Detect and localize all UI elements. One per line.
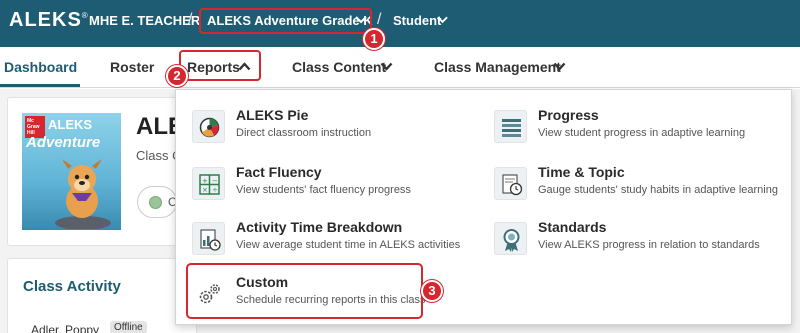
- clock-report-icon: [494, 167, 527, 200]
- class-activity-card: [7, 258, 197, 333]
- menu-item-description: Direct classroom instruction: [236, 127, 372, 139]
- cover-title-line1: ALEKS: [48, 117, 93, 132]
- menu-item-title: Time & Topic: [538, 164, 625, 180]
- breadcrumb-separator: /: [377, 11, 382, 28]
- menu-item-description: Gauge students' study habits in adaptive…: [538, 184, 778, 196]
- course-highlight-box: [199, 8, 372, 34]
- menu-item-activity-time-breakdown[interactable]: Activity Time Breakdown View average stu…: [192, 217, 482, 267]
- callout-badge-3: 3: [421, 280, 443, 302]
- student-status-badge: Offline: [110, 321, 147, 333]
- teacher-name[interactable]: MHE E. TEACHER: [89, 13, 200, 28]
- dog-mascot-icon: [55, 159, 111, 229]
- svg-text:÷: ÷: [212, 186, 218, 194]
- tab-class-content[interactable]: Class Content: [292, 59, 386, 75]
- time-breakdown-icon: [192, 222, 225, 255]
- cover-title-line2: Adventure: [26, 134, 101, 151]
- reports-highlight-box: [179, 50, 261, 81]
- menu-item-aleks-pie[interactable]: ALEKS Pie Direct classroom instruction: [192, 105, 482, 155]
- status-dot-icon: [149, 196, 162, 209]
- class-management-chevron-down-icon[interactable]: [553, 62, 566, 71]
- role-chevron-down-icon[interactable]: [437, 16, 448, 24]
- tab-class-management[interactable]: Class Management: [434, 59, 561, 75]
- svg-text:×: ×: [202, 186, 208, 194]
- main-nav: Dashboard Roster Reports Class Content C…: [0, 47, 800, 88]
- aleks-logo[interactable]: ALEKS®: [9, 9, 89, 32]
- callout-badge-2: 2: [166, 65, 188, 87]
- menu-item-progress[interactable]: Progress View student progress in adapti…: [494, 105, 784, 155]
- menu-item-description: View students' fact fluency progress: [236, 184, 411, 196]
- menu-item-description: View student progress in adaptive learni…: [538, 127, 746, 139]
- pie-chart-icon: [192, 110, 225, 143]
- active-tab-indicator: [0, 84, 80, 87]
- svg-text:+: +: [202, 177, 208, 185]
- class-status-pill[interactable]: C: [137, 186, 177, 218]
- progress-list-icon: [494, 110, 527, 143]
- top-bar: ALEKS® MHE E. TEACHER / ALEKS Adventure …: [0, 0, 800, 47]
- menu-item-standards[interactable]: Standards View ALEKS progress in relatio…: [494, 217, 784, 267]
- menu-item-title: ALEKS Pie: [236, 107, 309, 123]
- menu-item-title: Progress: [538, 107, 599, 123]
- svg-text:−: −: [212, 177, 218, 185]
- class-activity-title: Class Activity: [23, 278, 121, 295]
- callout-badge-1: 1: [363, 28, 385, 50]
- menu-item-description: View average student time in ALEKS activ…: [236, 239, 461, 251]
- menu-item-title: Activity Time Breakdown: [236, 219, 403, 235]
- menu-item-fact-fluency[interactable]: + − × ÷ Fact Fluency View students' fact…: [192, 162, 482, 212]
- menu-item-title: Fact Fluency: [236, 164, 322, 180]
- tab-dashboard[interactable]: Dashboard: [4, 59, 77, 75]
- course-cover-image: Mc Graw Hill ALEKS Adventure: [22, 113, 121, 230]
- award-ribbon-icon: [494, 222, 527, 255]
- custom-highlight-box: [186, 263, 423, 319]
- student-name[interactable]: Adler, Poppy: [31, 323, 99, 333]
- breadcrumb-separator: /: [188, 11, 193, 28]
- menu-item-title: Standards: [538, 219, 607, 235]
- math-operations-icon: + − × ÷: [192, 167, 225, 200]
- tab-roster[interactable]: Roster: [110, 59, 154, 75]
- role-selector-label[interactable]: Student: [393, 13, 441, 28]
- menu-item-time-topic[interactable]: Time & Topic Gauge students' study habit…: [494, 162, 784, 212]
- class-content-chevron-down-icon[interactable]: [380, 62, 393, 71]
- menu-item-description: View ALEKS progress in relation to stand…: [538, 239, 760, 251]
